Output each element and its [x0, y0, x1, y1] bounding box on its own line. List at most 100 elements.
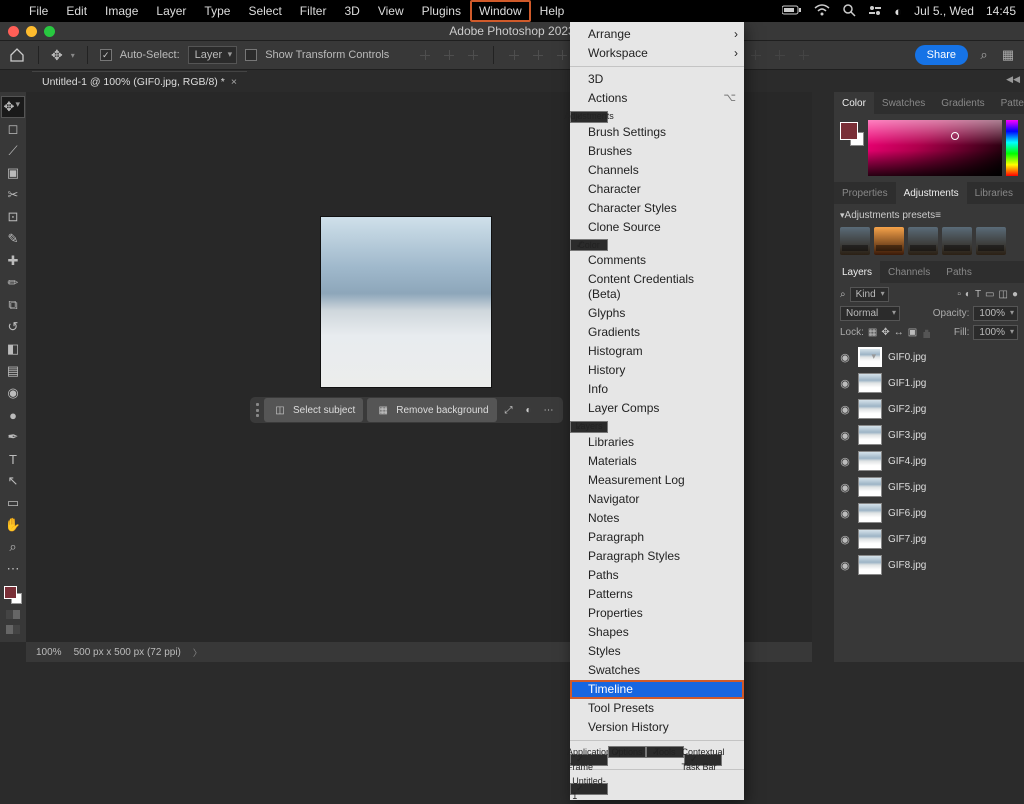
filter-toggle[interactable]: ● [1012, 289, 1018, 300]
lock-pixels-icon[interactable]: ▦ [868, 327, 877, 338]
frame-tool[interactable]: ⊡ [1, 206, 25, 228]
layer-name[interactable]: GIF4.jpg [888, 456, 926, 467]
menu-item-materials[interactable]: Materials [570, 452, 744, 471]
preset-thumb[interactable] [874, 227, 904, 255]
layer-thumbnail[interactable] [858, 425, 882, 445]
menu-item-paragraph-styles[interactable]: Paragraph Styles [570, 547, 744, 566]
auto-select-checkbox[interactable] [100, 49, 112, 61]
menu-item-character[interactable]: Character [570, 180, 744, 199]
menu-item-options[interactable]: Options [608, 746, 646, 758]
lasso-tool[interactable]: ⟋ [1, 140, 25, 162]
document-canvas[interactable] [321, 217, 491, 387]
menu-item-properties[interactable]: Properties [570, 604, 744, 623]
remove-background-button[interactable]: ▦Remove background [367, 398, 496, 422]
visibility-icon[interactable]: ◉ [838, 532, 852, 546]
visibility-icon[interactable]: ◉ [838, 428, 852, 442]
menubar-3d[interactable]: 3D [335, 0, 368, 22]
menubar-edit[interactable]: Edit [57, 0, 96, 22]
filter-icon[interactable]: ▫ [957, 289, 961, 300]
layer-thumbnail[interactable] [858, 555, 882, 575]
layer-name[interactable]: GIF5.jpg [888, 482, 926, 493]
heal-tool[interactable]: ✚ [1, 250, 25, 272]
layer-thumbnail[interactable] [858, 451, 882, 471]
menu-item-paragraph[interactable]: Paragraph [570, 528, 744, 547]
menu-item-info[interactable]: Info [570, 380, 744, 399]
menubar-file[interactable]: File [20, 0, 57, 22]
layer-row[interactable]: ◉ GIF5.jpg [834, 474, 1024, 500]
tab-patterns[interactable]: Patterns [993, 92, 1024, 114]
menu-item-navigator[interactable]: Navigator [570, 490, 744, 509]
blend-mode-select[interactable]: Normal [840, 306, 900, 321]
menu-item-layer-comps[interactable]: Layer Comps [570, 399, 744, 418]
color-spectrum[interactable] [868, 120, 1002, 176]
history-brush-tool[interactable]: ↺ [1, 316, 25, 338]
visibility-icon[interactable]: ◉ [838, 350, 852, 364]
menu-item-layers[interactable]: Layers [570, 421, 608, 433]
document-tab[interactable]: Untitled-1 @ 100% (GIF0.jpg, RGB/8) *× [32, 71, 247, 92]
share-button[interactable]: Share [915, 45, 968, 65]
visibility-icon[interactable]: ◉ [838, 454, 852, 468]
menubar-window[interactable]: Window [470, 0, 531, 22]
menu-item-brushes[interactable]: Brushes [570, 142, 744, 161]
tab-layers[interactable]: Layers [834, 261, 880, 283]
menu-item-version-history[interactable]: Version History [570, 718, 744, 737]
quickmask-icon[interactable] [6, 610, 20, 619]
menu-item-content-credentials-beta-[interactable]: Content Credentials (Beta) [570, 270, 744, 304]
color-swatches[interactable] [4, 586, 22, 604]
marquee-tool[interactable]: ◻ [1, 118, 25, 140]
layer-thumbnail[interactable] [858, 347, 882, 367]
adjust-icon[interactable]: ◐ [521, 402, 537, 418]
shape-tool[interactable]: ▭ [1, 492, 25, 514]
filter-icon[interactable]: ◐ [965, 289, 971, 300]
tab-libraries[interactable]: Libraries [967, 182, 1021, 204]
menu-item-arrange[interactable]: Arrange [570, 25, 744, 44]
more-icon[interactable]: ⋯ [541, 402, 557, 418]
panel-color-swatch[interactable] [840, 122, 864, 146]
preset-thumb[interactable] [942, 227, 972, 255]
menubar-date[interactable]: Jul 5., Wed [914, 4, 974, 18]
layer-thumbnail[interactable] [858, 373, 882, 393]
collapse-panels-icon[interactable]: ◀◀ [1006, 74, 1020, 85]
menu-item-actions[interactable]: Actions [570, 89, 744, 108]
auto-select-mode[interactable]: Layer [188, 46, 238, 64]
menu-item-channels[interactable]: Channels [570, 161, 744, 180]
zoom-level[interactable]: 100% [36, 647, 62, 658]
layer-thumbnail[interactable] [858, 399, 882, 419]
preset-thumb[interactable] [840, 227, 870, 255]
visibility-icon[interactable]: ◉ [838, 480, 852, 494]
edit-toolbar[interactable]: ⋯ [1, 558, 25, 580]
tab-gradients[interactable]: Gradients [933, 92, 992, 114]
minimize-window[interactable] [26, 26, 37, 37]
menu-item-comments[interactable]: Comments [570, 251, 744, 270]
menu-item-brush-settings[interactable]: Brush Settings [570, 123, 744, 142]
zoom-tool[interactable]: ⌕ [1, 536, 25, 558]
drag-handle-icon[interactable] [256, 403, 260, 417]
layer-name[interactable]: GIF0.jpg [888, 352, 926, 363]
layer-row[interactable]: ◉GIF8.jpg [834, 552, 1024, 578]
wifi-icon[interactable] [814, 4, 830, 19]
menubar-image[interactable]: Image [96, 0, 147, 22]
home-icon[interactable] [8, 46, 26, 64]
menu-item-tools[interactable]: Tools [646, 746, 684, 758]
menu-item-contextual-task-bar[interactable]: Contextual Task Bar [684, 754, 722, 766]
menu-item-patterns[interactable]: Patterns [570, 585, 744, 604]
eraser-tool[interactable]: ◧ [1, 338, 25, 360]
menubar-select[interactable]: Select [239, 0, 290, 22]
screenmode-icon[interactable] [6, 625, 20, 634]
layer-name[interactable]: GIF2.jpg [888, 404, 926, 415]
lock-all-icon[interactable]: ▣ [908, 327, 917, 338]
move-tool[interactable]: ✥ [1, 96, 25, 118]
lock-position-icon[interactable]: ✥ [881, 327, 889, 338]
menubar-view[interactable]: View [369, 0, 413, 22]
menu-item-tool-presets[interactable]: Tool Presets [570, 699, 744, 718]
lock-artboard-icon[interactable]: ↔ [894, 327, 904, 338]
layer-name[interactable]: GIF8.jpg [888, 560, 926, 571]
search-icon[interactable]: ⌕ [976, 47, 992, 63]
fill-input[interactable]: 100% [973, 325, 1018, 340]
hue-slider[interactable] [1006, 120, 1018, 176]
align-icon[interactable] [554, 47, 570, 63]
tab-swatches[interactable]: Swatches [874, 92, 933, 114]
siri-icon[interactable]: ◐ [894, 4, 902, 19]
visibility-icon[interactable]: ◉ [838, 376, 852, 390]
gradient-tool[interactable]: ▤ [1, 360, 25, 382]
